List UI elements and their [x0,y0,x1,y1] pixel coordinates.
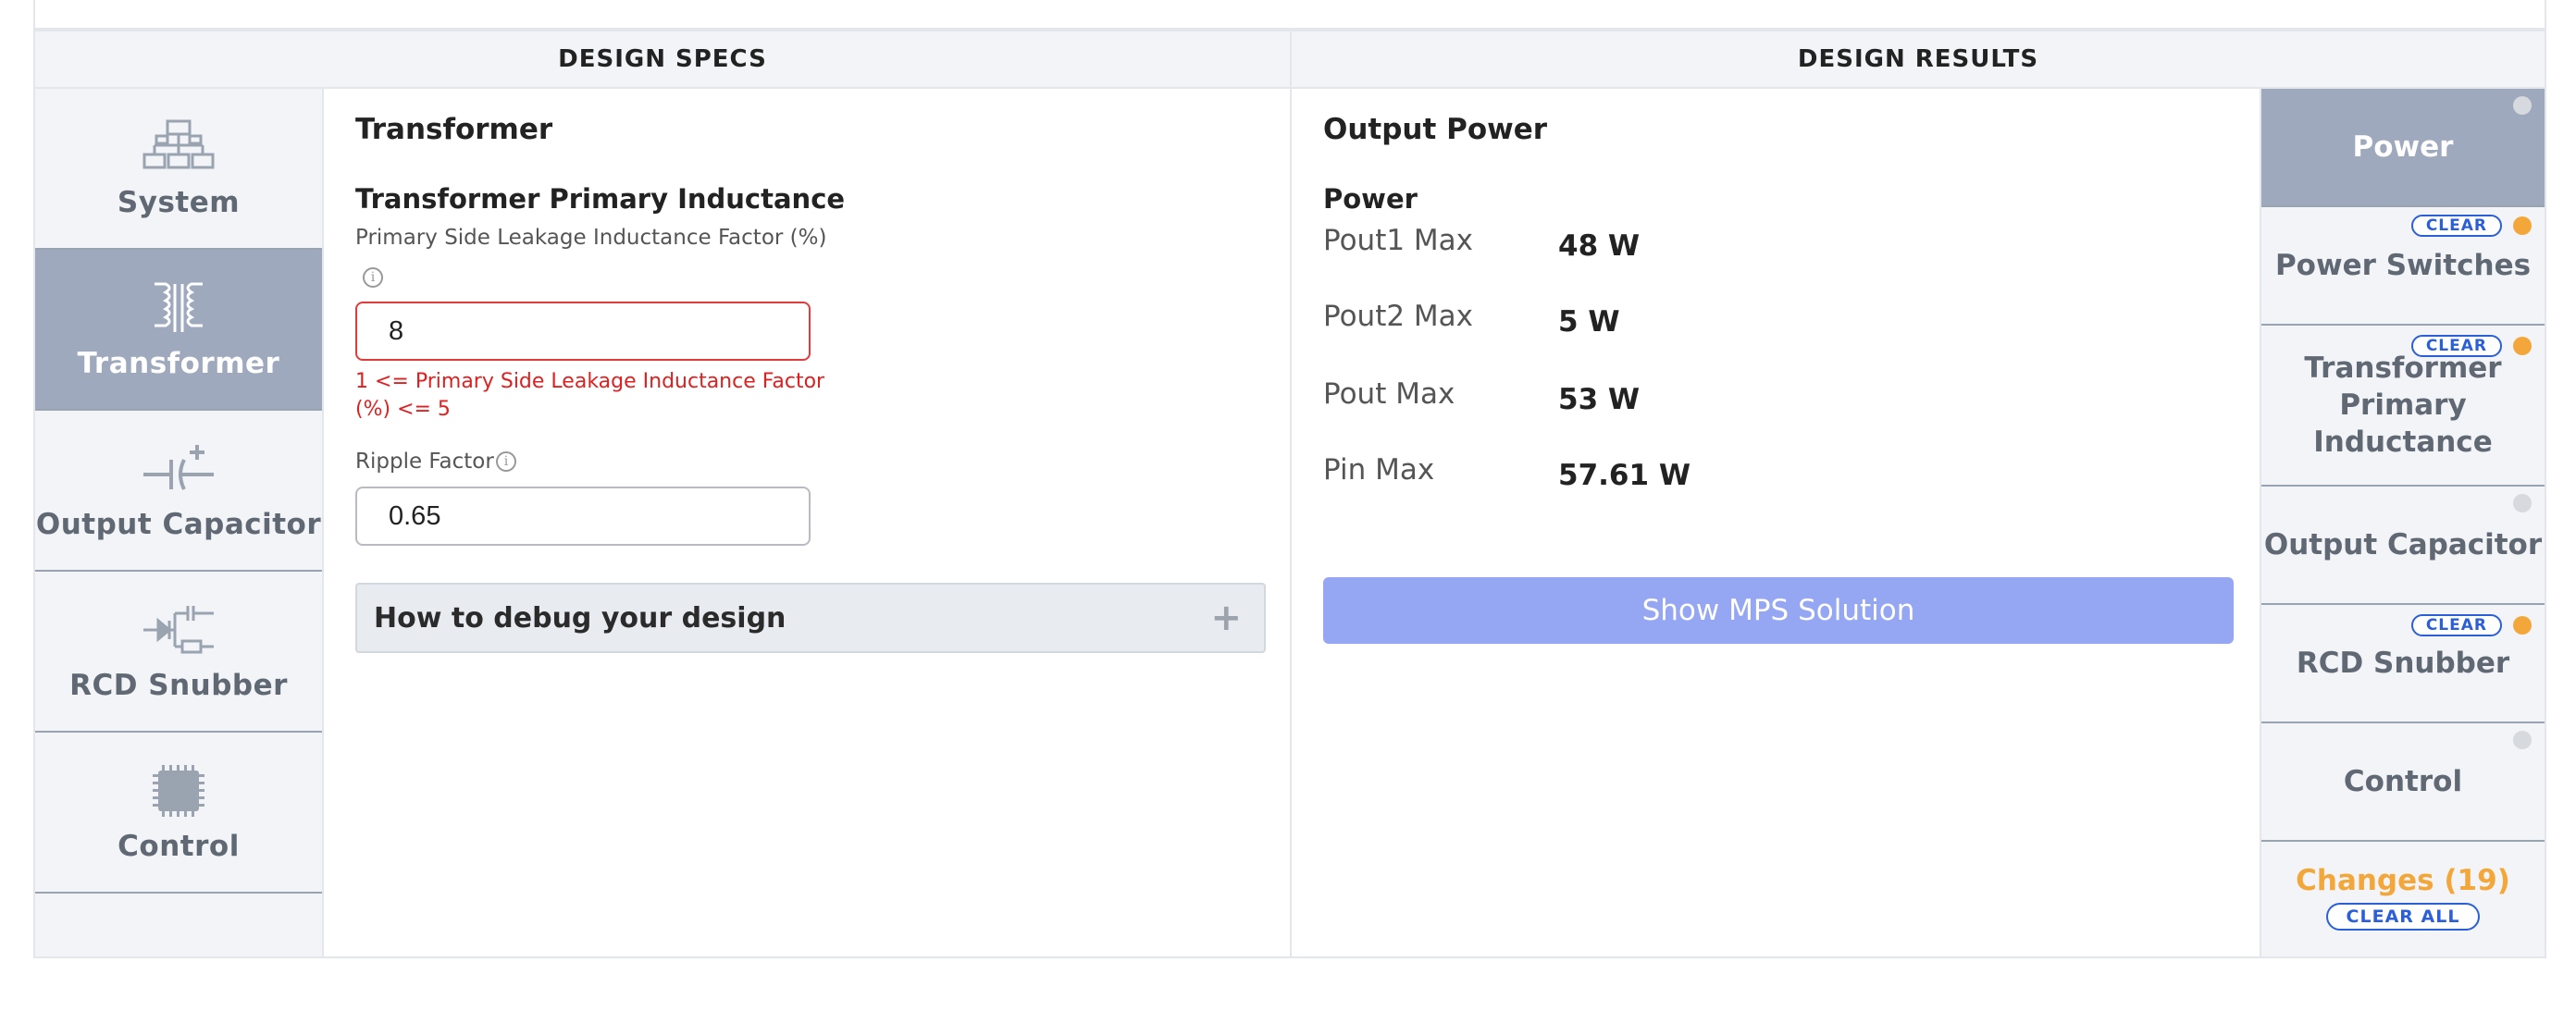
results-nav-label: Control [2343,765,2463,798]
specs-header: DESIGN SPECS [35,31,1290,89]
nav-item-output-capacitor[interactable]: Output Capacitor [35,411,322,572]
leakage-factor-input[interactable] [355,302,811,361]
specs-subsection-title: Transformer Primary Inductance [355,183,846,215]
results-header: DESIGN RESULTS [1292,31,2545,89]
results-nav-label: Power Switches [2274,249,2532,282]
results-nav-power[interactable]: Power [2261,89,2545,207]
nav-item-control[interactable]: Control [35,733,322,894]
results-nav-control[interactable]: Control [2261,723,2545,842]
specs-section-title: Transformer [355,113,553,146]
pout2-max-label: Pout2 Max [1323,300,1474,333]
plus-icon[interactable]: + [1210,597,1242,639]
pin-max-label: Pin Max [1323,453,1435,487]
top-bar [33,0,2546,30]
clear-all-button[interactable]: CLEAR ALL [2325,903,2481,931]
results-nav-label: Output Capacitor [2263,528,2543,561]
pout1-max-label: Pout1 Max [1323,224,1474,257]
ripple-factor-input[interactable] [355,487,811,546]
nav-item-transformer[interactable]: Transformer [35,250,322,411]
ripple-factor-label: Ripple Factor [355,450,494,474]
nav-item-label: Output Capacitor [35,508,322,541]
status-dot [2513,216,2532,235]
results-nav: Power Power Switches CLEAR Transformer P… [2260,89,2545,956]
results-nav-transformer-primary-inductance[interactable]: Transformer Primary Inductance CLEAR [2261,326,2545,487]
pin-max-value: 57.61 W [1558,459,1691,492]
pout-max-value: 53 W [1558,383,1641,416]
pout-max-label: Pout Max [1323,377,1455,411]
transformer-icon [155,282,203,332]
nav-item-label: RCD Snubber [69,669,288,702]
pout2-max-value: 5 W [1558,305,1620,339]
results-nav-label: Power [2352,130,2454,164]
design-specs-panel: Transformer Transformer Primary Inductan… [324,89,1290,956]
results-subsection-title: Power [1323,183,1418,215]
results-nav-label: Transformer Primary Inductance [2304,352,2502,459]
debug-design-accordion[interactable]: How to debug your design + [355,583,1266,653]
nav-item-system[interactable]: System [35,89,322,250]
left-nav: System Transformer Output Capacitor RCD … [35,89,324,956]
system-hierarchy-icon [142,119,215,169]
design-tool: DESIGN SPECS DESIGN RESULTS System Trans… [33,30,2546,958]
status-dot [2513,96,2532,115]
results-nav-rcd-snubber[interactable]: RCD Snubber CLEAR [2261,605,2545,723]
capacitor-icon [143,445,214,490]
results-section-title: Output Power [1323,113,1548,146]
info-icon[interactable]: i [363,267,383,288]
results-nav-label: RCD Snubber [2296,647,2510,680]
clear-button[interactable]: CLEAR [2410,335,2502,357]
design-results-panel: Output Power Power Pout1 Max 48 W Pout2 … [1292,89,2258,956]
clear-button[interactable]: CLEAR [2410,215,2502,237]
clear-button[interactable]: CLEAR [2410,614,2502,636]
info-icon[interactable]: i [496,451,516,472]
results-nav-output-capacitor[interactable]: Output Capacitor [2261,487,2545,605]
rcd-snubber-icon [143,606,214,654]
nav-item-label: System [117,186,241,219]
nav-item-label: Control [118,830,240,863]
chip-icon [153,765,204,817]
status-dot [2513,337,2532,355]
status-dot [2513,731,2532,749]
nav-item-rcd-snubber[interactable]: RCD Snubber [35,572,322,733]
changes-summary: Changes (19) CLEAR ALL [2261,840,2545,955]
leakage-factor-error: 1 <= Primary Side Leakage Inductance Fac… [355,370,825,421]
changes-count: Changes (19) [2296,864,2510,897]
show-mps-solution-button[interactable]: Show MPS Solution [1323,577,2234,644]
nav-item-label: Transformer [77,347,280,380]
status-dot [2513,616,2532,635]
pout1-max-value: 48 W [1558,229,1641,263]
results-nav-power-switches[interactable]: Power Switches CLEAR [2261,207,2545,326]
accordion-title: How to debug your design [374,601,786,635]
status-dot [2513,494,2532,512]
leakage-factor-label: Primary Side Leakage Inductance Factor (… [355,226,827,250]
